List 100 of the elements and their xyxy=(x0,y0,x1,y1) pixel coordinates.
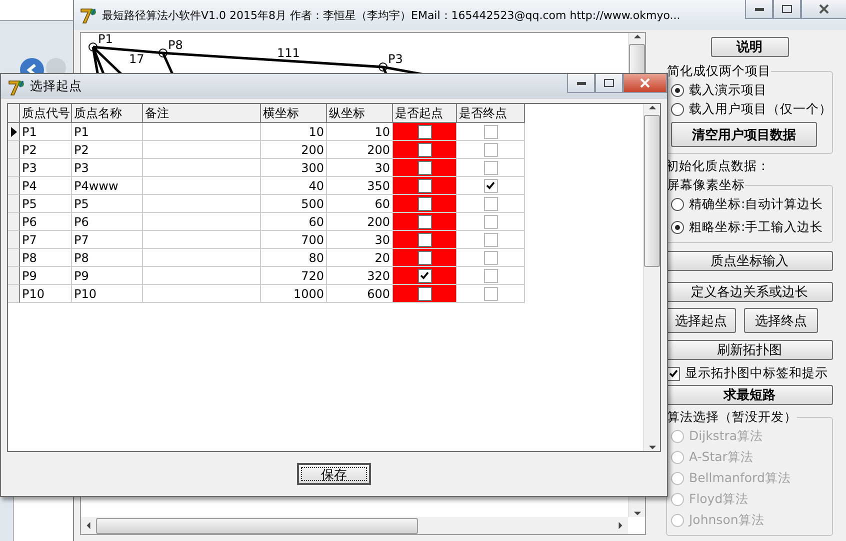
radio-option[interactable]: 载入用户项目（仅一个） xyxy=(671,101,832,118)
table-cell: P8 xyxy=(20,249,72,267)
minimize-button[interactable] xyxy=(567,74,595,93)
table-cell: 320 xyxy=(327,267,393,285)
end-checkbox[interactable] xyxy=(484,232,498,246)
column-header[interactable]: 是否起点 xyxy=(393,104,457,123)
select-start-button[interactable]: 选择起点 xyxy=(666,308,736,333)
table-cell: 20 xyxy=(327,249,393,267)
column-header[interactable]: 质点代号 xyxy=(20,104,72,123)
table-cell: 500 xyxy=(261,195,327,213)
column-header[interactable]: 质点名称 xyxy=(72,104,143,123)
column-header[interactable]: 是否终点 xyxy=(457,104,525,123)
graph-node[interactable] xyxy=(378,62,388,72)
save-button[interactable]: 保存 xyxy=(297,463,371,485)
table-cell: P10 xyxy=(72,285,143,303)
end-checkbox[interactable] xyxy=(484,124,498,138)
table-cell: 10 xyxy=(327,123,393,141)
table-cell: P1 xyxy=(72,123,143,141)
end-checkbox[interactable] xyxy=(484,178,498,192)
maximize-icon xyxy=(782,5,792,13)
vertical-scrollbar[interactable] xyxy=(643,104,660,451)
edge-label: 111 xyxy=(277,46,300,60)
table-cell: 600 xyxy=(327,285,393,303)
table-cell: 200 xyxy=(327,141,393,159)
app-logo-icon xyxy=(7,78,25,96)
table-cell: 200 xyxy=(261,141,327,159)
column-header[interactable]: 纵坐标 xyxy=(327,104,393,123)
start-checkbox[interactable] xyxy=(418,232,432,246)
table-cell: P4 xyxy=(20,177,72,195)
maximize-button[interactable] xyxy=(773,0,801,19)
start-checkbox[interactable] xyxy=(418,124,432,138)
start-checkbox[interactable] xyxy=(418,268,432,282)
scroll-right-icon[interactable] xyxy=(617,522,624,529)
start-checkbox[interactable] xyxy=(418,196,432,210)
end-checkbox[interactable] xyxy=(484,268,498,282)
end-checkbox[interactable] xyxy=(484,286,498,300)
table-cell: 720 xyxy=(261,267,327,285)
table-cell: P8 xyxy=(72,249,143,267)
start-checkbox[interactable] xyxy=(418,286,432,300)
table-cell: P2 xyxy=(20,141,72,159)
start-checkbox[interactable] xyxy=(418,142,432,156)
horizontal-scrollbar[interactable] xyxy=(81,517,628,534)
graph-node[interactable] xyxy=(158,48,168,58)
close-icon xyxy=(640,78,650,88)
table-cell: P2 xyxy=(72,141,143,159)
refresh-button[interactable]: 刷新拓扑图 xyxy=(666,340,833,360)
scroll-up-icon[interactable] xyxy=(634,33,640,40)
table-cell: 30 xyxy=(327,159,393,177)
table-cell: 200 xyxy=(327,213,393,231)
select-end-button[interactable]: 选择终点 xyxy=(744,308,818,333)
close-button[interactable] xyxy=(801,0,846,19)
close-icon xyxy=(819,4,829,14)
radio-option[interactable]: 粗略坐标:手工输入边长 xyxy=(671,219,832,236)
column-header[interactable]: 横坐标 xyxy=(261,104,327,123)
node-label: P8 xyxy=(168,38,183,52)
row-indicator[interactable] xyxy=(8,123,20,141)
start-checkbox[interactable] xyxy=(418,214,432,228)
scroll-up-icon[interactable] xyxy=(648,104,656,111)
end-checkbox[interactable] xyxy=(484,142,498,156)
start-checkbox[interactable] xyxy=(418,160,432,174)
table-cell: P6 xyxy=(20,213,72,231)
minimize-icon xyxy=(754,8,764,10)
define-edges-button[interactable]: 定义各边关系或边长 xyxy=(666,282,833,302)
clear-data-button[interactable]: 清空用户项目数据 xyxy=(671,122,817,147)
radio-option[interactable]: 精确坐标:自动计算边长 xyxy=(671,196,832,213)
table-cell: P5 xyxy=(20,195,72,213)
table-cell: P10 xyxy=(20,285,72,303)
table-cell: P9 xyxy=(20,267,72,285)
scroll-down-icon[interactable] xyxy=(648,444,656,451)
scroll-thumb[interactable] xyxy=(96,518,418,534)
radio-option[interactable]: 载入演示项目 xyxy=(671,82,832,99)
maximize-button[interactable] xyxy=(595,74,623,93)
end-checkbox[interactable] xyxy=(484,250,498,264)
check-icon xyxy=(668,369,678,378)
group-title: 算法选择（暂没开发） xyxy=(667,409,797,426)
help-button[interactable]: 说明 xyxy=(710,37,788,57)
scroll-down-icon[interactable] xyxy=(634,510,640,517)
column-header[interactable]: 备注 xyxy=(143,104,261,123)
close-button[interactable] xyxy=(623,74,667,93)
table-cell: 30 xyxy=(327,231,393,249)
table-cell: 80 xyxy=(261,249,327,267)
minimize-icon xyxy=(576,82,586,84)
table-cell: 300 xyxy=(261,159,327,177)
graph-node[interactable] xyxy=(88,42,98,52)
table-cell: 1000 xyxy=(261,285,327,303)
end-checkbox[interactable] xyxy=(484,214,498,228)
start-checkbox[interactable] xyxy=(418,178,432,192)
solve-button[interactable]: 求最短路 xyxy=(666,385,833,405)
start-checkbox[interactable] xyxy=(418,250,432,264)
scroll-left-icon[interactable] xyxy=(85,522,92,529)
end-checkbox[interactable] xyxy=(484,160,498,174)
end-checkbox[interactable] xyxy=(484,196,498,210)
scroll-thumb[interactable] xyxy=(644,115,660,267)
coordinate-input-button[interactable]: 质点坐标输入 xyxy=(666,251,833,271)
check-icon xyxy=(420,271,429,280)
current-row-icon xyxy=(10,126,16,136)
window-title: 选择起点 xyxy=(30,78,83,95)
table-cell: 350 xyxy=(327,177,393,195)
maximize-icon xyxy=(604,79,614,87)
minimize-button[interactable] xyxy=(745,0,773,19)
